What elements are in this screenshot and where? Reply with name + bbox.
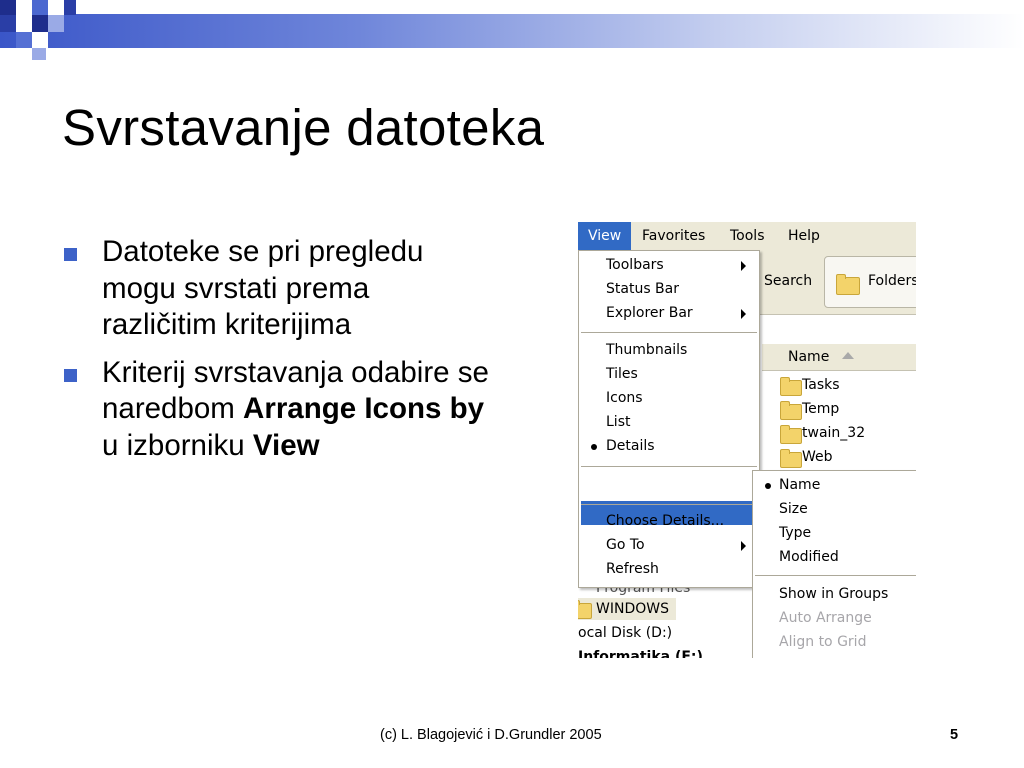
radio-dot-icon xyxy=(591,444,597,450)
header-square-dark xyxy=(64,0,76,15)
submenu-item-size[interactable]: Size xyxy=(779,501,808,517)
radio-dot-icon xyxy=(765,483,771,489)
header-square-light xyxy=(48,15,64,32)
folder-icon xyxy=(780,401,802,420)
submenu-item-show-in-groups[interactable]: Show in Groups xyxy=(779,586,888,602)
bullet-bold-arrange: Arrange Icons by xyxy=(243,392,485,425)
menu-item-refresh[interactable]: Refresh xyxy=(606,561,659,577)
explorer-screenshot: View Favorites Tools Help Search Folders… xyxy=(578,222,916,658)
menu-item-choose-details[interactable]: Choose Details... xyxy=(606,513,724,529)
header-square-dark xyxy=(32,48,46,60)
menu-separator xyxy=(755,575,916,576)
menu-item-details[interactable]: Details xyxy=(606,438,655,454)
folders-label: Folders xyxy=(868,273,916,289)
menu-separator xyxy=(581,332,757,333)
file-item[interactable]: Web xyxy=(802,449,833,465)
bullet-text-mid: u izborniku xyxy=(102,428,253,462)
menu-separator xyxy=(581,504,757,505)
header-square-light xyxy=(16,0,32,15)
menu-item-list[interactable]: List xyxy=(606,414,630,430)
page-number: 5 xyxy=(950,727,959,743)
bullet-list: Datoteke se pri pregledu mogu svrstati p… xyxy=(62,234,492,475)
menu-tools[interactable]: Tools xyxy=(730,228,765,244)
column-header[interactable] xyxy=(762,344,916,371)
folder-icon xyxy=(780,449,802,468)
folders-icon xyxy=(836,274,860,295)
submenu-item-align-to-grid: Align to Grid xyxy=(779,634,867,650)
tree-item[interactable]: Informatika (E:) xyxy=(578,649,703,658)
tree-item[interactable]: ocal Disk (D:) xyxy=(578,625,672,641)
sort-ascending-icon xyxy=(842,352,854,359)
view-menu: Toolbars Status Bar Explorer Bar Thumbna… xyxy=(578,250,760,588)
menu-item-thumbnails[interactable]: Thumbnails xyxy=(606,342,687,358)
header-square-light xyxy=(16,15,32,32)
file-item[interactable]: Temp xyxy=(802,401,839,417)
submenu-item-name[interactable]: Name xyxy=(779,477,820,493)
menu-separator xyxy=(581,466,757,467)
menu-item-status-bar[interactable]: Status Bar xyxy=(606,281,679,297)
menu-view[interactable]: View xyxy=(578,222,632,250)
header-square-light xyxy=(32,32,48,48)
file-item[interactable]: twain_32 xyxy=(802,425,865,441)
header-square-dark xyxy=(32,15,48,32)
submenu-item-type[interactable]: Type xyxy=(779,525,811,541)
menu-item-arrange-icons-by[interactable]: Arrange Icons by xyxy=(606,476,724,492)
square-bullet-icon xyxy=(64,248,77,261)
menu-item-tiles[interactable]: Tiles xyxy=(606,366,638,382)
menu-bar: View Favorites Tools Help xyxy=(578,222,916,250)
submenu-arrow-icon xyxy=(741,309,746,319)
square-bullet-icon xyxy=(64,368,77,382)
menu-item-explorer-bar[interactable]: Explorer Bar xyxy=(606,305,693,321)
header-square-light xyxy=(48,0,64,15)
bullet-bold-view: View xyxy=(252,428,320,462)
file-item[interactable]: Tasks xyxy=(802,377,840,393)
bullet-item: Kriterij svrstavanja odabire se naredbom… xyxy=(62,355,492,465)
tasks-folder-icon xyxy=(780,377,802,396)
submenu-item-modified[interactable]: Modified xyxy=(779,549,839,565)
header-square-dark xyxy=(0,15,16,32)
bullet-text: Datoteke se pri pregledu mogu svrstati p… xyxy=(102,235,424,341)
arrange-icons-submenu: Name Size Type Modified Show in Groups A… xyxy=(752,470,916,658)
menu-help[interactable]: Help xyxy=(788,228,820,244)
tree-item[interactable]: WINDOWS xyxy=(596,601,669,617)
submenu-item-auto-arrange: Auto Arrange xyxy=(779,610,872,626)
header-square-dark xyxy=(16,32,32,48)
column-header-name[interactable]: Name xyxy=(788,349,829,365)
menu-favorites[interactable]: Favorites xyxy=(642,228,705,244)
bullet-item: Datoteke se pri pregledu mogu svrstati p… xyxy=(62,234,492,344)
folder-icon xyxy=(578,600,592,619)
slide-title: Svrstavanje datoteka xyxy=(62,99,545,156)
header-square-dark xyxy=(0,0,16,15)
menu-item-go-to[interactable]: Go To xyxy=(606,537,645,553)
header-gradient-band xyxy=(0,14,1024,48)
submenu-arrow-icon xyxy=(741,261,746,271)
search-button[interactable]: Search xyxy=(764,273,812,289)
submenu-arrow-icon xyxy=(741,541,746,551)
folder-icon xyxy=(780,425,802,444)
footer-credit: (c) L. Blagojević i D.Grundler 2005 xyxy=(380,727,602,743)
header-square-dark xyxy=(32,0,48,15)
menu-item-icons[interactable]: Icons xyxy=(606,390,643,406)
menu-item-toolbars[interactable]: Toolbars xyxy=(606,257,664,273)
submenu-arrow-icon xyxy=(741,481,746,491)
